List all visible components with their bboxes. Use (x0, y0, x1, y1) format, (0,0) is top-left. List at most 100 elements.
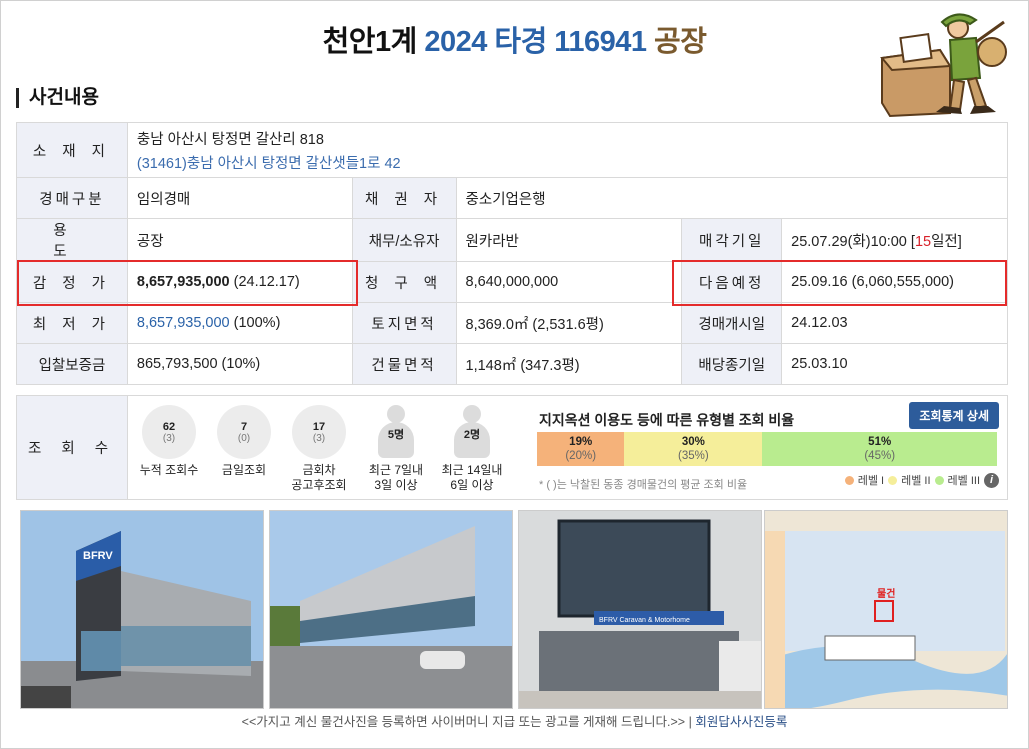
legend-dot-icon (934, 475, 944, 485)
ratio-legend: 레벨 I 레벨 II 레벨 III i (844, 472, 999, 488)
building-area: 1,148㎡ (347.3평) (455, 343, 683, 385)
section-title: 사건내용 (16, 88, 99, 108)
legend-dot-icon (888, 475, 898, 485)
stat-sub: (3) (162, 432, 176, 444)
stat-label: 금회차 공고후조회 (291, 463, 347, 492)
photo-showroom[interactable]: BFRV Caravan & Motorhome (518, 510, 762, 709)
table-row: 최 저 가 8,657,935,000 (100%) 토지면적 8,369.0㎡… (16, 302, 1008, 344)
segment-sub: (35%) (678, 450, 709, 462)
segment-sub: (20%) (565, 450, 597, 462)
creditor-label: 채 권 자 (351, 177, 457, 219)
legend-dot-icon (844, 475, 854, 485)
table-row: 경매구분 임의경매 채 권 자 중소기업은행 (16, 177, 1009, 219)
location-label: 소 재 지 (16, 122, 128, 178)
ratio-bar: 19% (20%) 30% (35%) 51% (45%) (537, 432, 997, 466)
legend-label: 레벨 II (901, 475, 931, 487)
case-number: 2024 타경 116941 (424, 26, 647, 58)
legend-label: 레벨 I (857, 475, 885, 487)
auction-type: 임의경매 (126, 177, 353, 219)
min-price-pct: (100%) (229, 315, 281, 331)
debtor: 원카라반 (455, 218, 683, 262)
sign-text: BFRV (83, 550, 113, 562)
creditor: 중소기업은행 (455, 177, 1009, 219)
ratio-segment-level-1: 19% (20%) (537, 432, 625, 466)
table-row: 용 도 공장 채무/소유자 원카라반 매각기일 25.07.29(화)10:00… (16, 218, 1008, 262)
segment-sub: (45%) (864, 450, 896, 462)
person-icon: 5명 (369, 405, 423, 459)
footer-separator: | (688, 715, 692, 729)
ratio-segment-level-2: 30% (35%) (624, 432, 763, 466)
person-icon: 2명 (445, 405, 499, 459)
stat-label: 최근 14일내 6일 이상 (441, 463, 503, 492)
stat-today-views: 7 (0) 금일조회 (207, 405, 281, 478)
road-address: (31461)충남 아산시 탕정면 갈산샛들1로 42 (136, 155, 401, 172)
claim-label: 청 구 액 (351, 261, 457, 303)
ratio-segment-level-3: 51% (45%) (762, 432, 997, 466)
min-price-cell: 8,657,935,000 (100%) (126, 302, 353, 344)
sale-date-cell: 25.07.29(화)10:00 [15일전] (781, 218, 1008, 262)
sign-text: BFRV Caravan & Motorhome (599, 617, 690, 624)
min-price: 8,657,935,000 (136, 315, 230, 331)
claim-amount: 8,640,000,000 (455, 261, 683, 303)
stat-circle: 17 (3) (292, 405, 346, 459)
address-cell: 충남 아산시 탕정면 갈산리 818 (31461)충남 아산시 탕정면 갈산샛… (126, 122, 1009, 178)
land-area: 8,369.0㎡ (2,531.6평) (455, 302, 683, 344)
sale-date-label: 매각기일 (681, 218, 783, 262)
land-area-label: 토지면적 (351, 302, 457, 344)
info-icon[interactable]: i (984, 472, 999, 488)
stat-label: 금일조회 (221, 463, 267, 477)
photo-building-front[interactable]: BFRV (20, 510, 264, 709)
building-area-label: 건물면적 (351, 343, 457, 385)
segment-pct: 51% (868, 436, 892, 448)
stat-7day-visitors: 5명 최근 7일내 3일 이상 (359, 405, 433, 493)
footer-notice: <<가지고 계신 물건사진을 등록하면 사이버머니 지급 또는 광고를 게재해 … (0, 711, 1029, 730)
view-stats-detail-button[interactable]: 조회통계 상세 (909, 402, 999, 429)
stat-sub: (0) (237, 432, 251, 444)
stat-total-views: 62 (3) 누적 조회수 (132, 405, 206, 478)
photo-location-map[interactable]: 물건 (764, 510, 1008, 709)
case-title: 천안1계 2024 타경 116941 공장 (0, 18, 1029, 60)
deposit-label: 입찰보증금 (16, 343, 128, 385)
use-label: 용 도 (16, 218, 128, 262)
debtor-label: 채무/소유자 (351, 218, 457, 262)
table-row: 입찰보증금 865,793,500 (10%) 건물면적 1,148㎡ (347… (16, 343, 1008, 385)
start-date: 24.12.03 (781, 302, 1008, 344)
member-photo-register-link[interactable]: 회원답사사진등록 (695, 715, 787, 729)
view-ratio-panel: 지지옥션 이용도 등에 따른 유형별 조회 비율 조회통계 상세 19% (20%… (537, 402, 999, 491)
sale-date: 25.07.29(화)10:00 [ (791, 233, 915, 250)
stat-value: 5명 (387, 429, 405, 441)
table-row: 소 재 지 충남 아산시 탕정면 갈산리 818 (31461)충남 아산시 탕… (16, 122, 1009, 178)
stat-circle: 7 (0) (217, 405, 271, 459)
stat-14day-visitors: 2명 최근 14일내 6일 이상 (435, 405, 509, 493)
address: 충남 아산시 탕정면 갈산리 818 (136, 131, 324, 148)
photo-building-side[interactable] (269, 510, 513, 709)
stat-value: 2명 (463, 429, 481, 441)
stat-value: 7 (240, 420, 248, 433)
stat-sub: (3) (312, 432, 326, 444)
use: 공장 (126, 218, 353, 262)
auction-type-label: 경매구분 (16, 177, 128, 219)
sale-days: 15 (914, 233, 932, 250)
case-info-table: 소 재 지 충남 아산시 탕정면 갈산리 818 (31461)충남 아산시 탕… (16, 122, 1009, 385)
view-count-panel: 조 회 수 62 (3) 누적 조회수 7 (0) 금일조회 17 (3) 금회차 공… (16, 395, 1008, 500)
stat-label: 누적 조회수 (139, 463, 199, 477)
dividend-date: 25.03.10 (781, 343, 1008, 385)
views-label: 조 회 수 (17, 396, 128, 499)
property-photos: BFRV BFRV Caravan & Motorhome 물건 (20, 510, 1008, 709)
sale-days-suffix: 일전] (931, 233, 962, 250)
auction-mascot-icon (880, 13, 1007, 118)
photo-register-notice: <<가지고 계신 물건사진을 등록하면 사이버머니 지급 또는 광고를 게재해 … (241, 715, 686, 729)
segment-pct: 19% (569, 436, 593, 448)
legend-label: 레벨 III (947, 475, 980, 487)
stat-value: 17 (312, 420, 326, 433)
ratio-note: * ( )는 낙찰된 동종 경매물건의 평균 조회 비율 (539, 479, 748, 491)
stat-value: 62 (162, 420, 176, 433)
next-schedule-highlight (672, 260, 1007, 306)
stat-circle: 62 (3) (142, 405, 196, 459)
stat-notice-views: 17 (3) 금회차 공고후조회 (282, 405, 356, 493)
start-date-label: 경매개시일 (681, 302, 783, 344)
map-label: 물건 (877, 587, 895, 600)
property-category: 공장 (654, 26, 707, 58)
dividend-date-label: 배당종기일 (681, 343, 783, 385)
stat-label: 최근 7일내 3일 이상 (368, 463, 424, 492)
